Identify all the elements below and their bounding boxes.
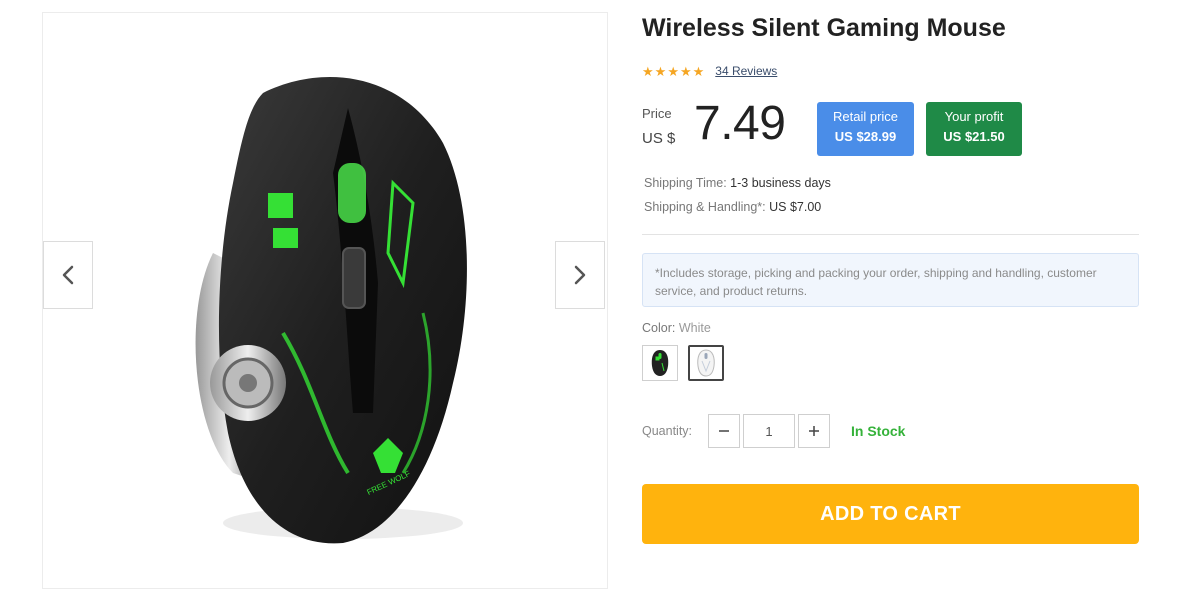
- stock-status: In Stock: [851, 423, 906, 439]
- product-gallery: FREE WOLF: [42, 12, 608, 589]
- star-icon: ★: [679, 63, 692, 79]
- profit-badge: Your profit US $21.50: [926, 102, 1022, 156]
- quantity-increment-button[interactable]: [798, 414, 830, 448]
- shipping-handling-label: Shipping & Handling*:: [644, 200, 766, 214]
- color-label: Color:: [642, 321, 676, 335]
- shipping-handling-value: US $7.00: [769, 200, 822, 214]
- shipping-handling: Shipping & Handling*: US $7.00: [644, 200, 821, 214]
- mouse-thumbnail-icon: [697, 349, 715, 377]
- chevron-left-icon: [62, 265, 74, 285]
- star-icon: ★: [667, 63, 679, 79]
- plus-icon: [809, 426, 819, 436]
- quantity-decrement-button[interactable]: [708, 414, 740, 448]
- star-icon: ★: [654, 63, 667, 79]
- price-value: 7.49: [694, 97, 786, 150]
- minus-icon: [719, 430, 729, 432]
- profit-label: Your profit: [944, 109, 1004, 124]
- retail-price-label: Retail price: [832, 109, 899, 124]
- shipping-time: Shipping Time: 1-3 business days: [644, 176, 831, 190]
- price-label: Price: [642, 106, 672, 121]
- quantity-label: Quantity:: [642, 424, 693, 438]
- chevron-right-icon: [574, 265, 586, 285]
- star-icon: ★: [692, 63, 705, 79]
- profit-value: US $21.50: [943, 129, 1005, 144]
- shipping-time-label: Shipping Time:: [644, 176, 727, 190]
- price-currency: US $: [642, 130, 676, 147]
- quantity-input[interactable]: [743, 414, 795, 448]
- retail-price-value: US $28.99: [834, 129, 897, 144]
- color-value: White: [678, 321, 711, 335]
- product-image: FREE WOLF: [195, 77, 467, 544]
- star-icon: ★: [642, 63, 654, 79]
- product-title: Wireless Silent Gaming Mouse: [642, 14, 1006, 42]
- divider: [642, 234, 1139, 235]
- retail-price-badge: Retail price US $28.99: [817, 102, 914, 156]
- includes-note: *Includes storage, picking and packing y…: [642, 253, 1139, 307]
- shipping-time-value: 1-3 business days: [730, 176, 831, 190]
- reviews-link[interactable]: 34 Reviews: [715, 64, 777, 78]
- mouse-thumbnail-icon: [651, 350, 669, 376]
- gallery-prev-button[interactable]: [43, 241, 93, 309]
- add-to-cart-button[interactable]: ADD TO CART: [642, 484, 1139, 544]
- color-swatch-black[interactable]: [642, 345, 678, 381]
- gallery-next-button[interactable]: [555, 241, 605, 309]
- rating-row: ★ ★ ★ ★ ★ 34 Reviews: [642, 64, 777, 78]
- color-row: Color: White: [642, 321, 711, 335]
- color-swatch-white[interactable]: [688, 345, 724, 381]
